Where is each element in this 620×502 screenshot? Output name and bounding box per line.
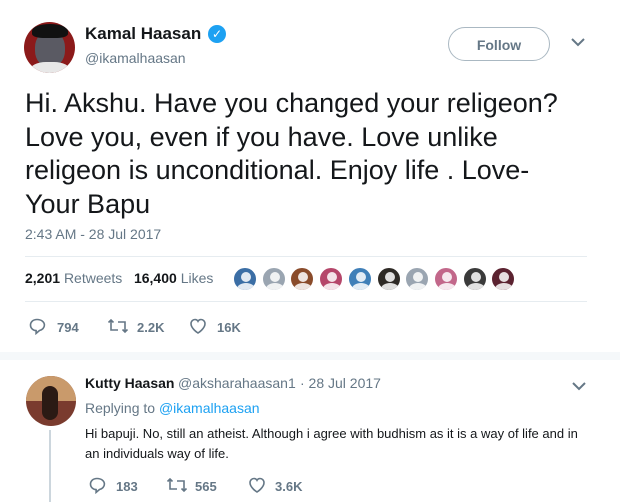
reply-icon (89, 477, 106, 494)
avatar-hair (32, 24, 68, 38)
reply-icon (29, 318, 46, 335)
verified-badge-icon: ✓ (208, 25, 226, 43)
divider (25, 301, 587, 302)
chevron-down-icon[interactable] (570, 36, 586, 48)
reply-count: 794 (57, 320, 79, 335)
avatar-body (30, 62, 70, 73)
avatar-head (269, 272, 280, 282)
avatar-head (327, 272, 338, 282)
likes-count[interactable]: 16,400 (134, 270, 177, 286)
section-divider (0, 352, 620, 360)
retweet-icon (166, 477, 188, 493)
author-avatar[interactable] (24, 22, 75, 73)
tweet-timestamp[interactable]: 2:43 AM - 28 Jul 2017 (25, 226, 161, 242)
like-count: 16K (217, 320, 241, 335)
replying-mention[interactable]: @ikamalhaasan (159, 400, 260, 416)
avatar-shoulders (294, 283, 313, 290)
liker-avatar[interactable] (461, 266, 488, 292)
avatar-head (298, 272, 309, 282)
tweet-text: Hi. Akshu. Have you changed your religeo… (25, 88, 558, 219)
heart-icon (190, 318, 206, 334)
liker-avatar[interactable] (375, 266, 402, 292)
avatar-shoulders (495, 283, 514, 290)
liker-avatar[interactable] (318, 266, 345, 292)
liker-avatar[interactable] (404, 266, 431, 292)
reply-author-handle[interactable]: @aksharahaasan1 (178, 375, 296, 391)
reply-text: Hi bapuji. No, still an atheist. Althoug… (85, 426, 578, 461)
reply-author-name[interactable]: Kutty Haasan (85, 375, 174, 391)
replying-label: Replying to (85, 400, 156, 416)
avatar-shoulders (466, 283, 485, 290)
avatar-figure (42, 386, 58, 420)
retweets-count[interactable]: 2,201 (25, 270, 60, 286)
avatar-shoulders (409, 283, 428, 290)
reply-author-avatar[interactable] (26, 376, 76, 426)
avatar-head (470, 272, 481, 282)
avatar-head (355, 272, 366, 282)
author-handle[interactable]: @ikamalhaasan (85, 50, 186, 66)
thread-line (49, 430, 51, 502)
avatar-head (384, 272, 395, 282)
retweets-label[interactable]: Retweets (64, 270, 122, 286)
like-count: 3.6K (275, 479, 303, 494)
retweet-icon (107, 318, 129, 334)
replying-to: Replying to @ikamalhaasan (85, 400, 260, 416)
chevron-down-icon[interactable] (571, 380, 587, 392)
tweet-stats: 2,201 Retweets 16,400 Likes (25, 270, 213, 286)
avatar-head (441, 272, 452, 282)
avatar-shoulders (437, 283, 456, 290)
liker-avatar[interactable] (490, 266, 517, 292)
liker-avatar[interactable] (432, 266, 459, 292)
liker-avatar[interactable] (346, 266, 373, 292)
liker-avatar[interactable] (232, 266, 258, 292)
heart-icon (249, 477, 265, 493)
reply-date[interactable]: · 28 Jul 2017 (300, 375, 381, 391)
liker-avatar[interactable] (260, 266, 287, 292)
retweet-count: 565 (195, 479, 217, 494)
likes-label[interactable]: Likes (181, 270, 214, 286)
avatar-head (413, 272, 424, 282)
avatar-shoulders (237, 283, 255, 290)
liker-avatar[interactable] (289, 266, 316, 292)
avatar-shoulders (380, 283, 399, 290)
divider (25, 256, 587, 257)
avatar-head (499, 272, 510, 282)
follow-button[interactable]: Follow (448, 27, 550, 61)
reply-count: 183 (116, 479, 138, 494)
avatar-shoulders (323, 283, 342, 290)
avatar-shoulders (351, 283, 370, 290)
retweet-count: 2.2K (137, 320, 165, 335)
author-name[interactable]: Kamal Haasan (85, 24, 201, 44)
avatar-shoulders (265, 283, 284, 290)
avatar-head (241, 272, 251, 282)
